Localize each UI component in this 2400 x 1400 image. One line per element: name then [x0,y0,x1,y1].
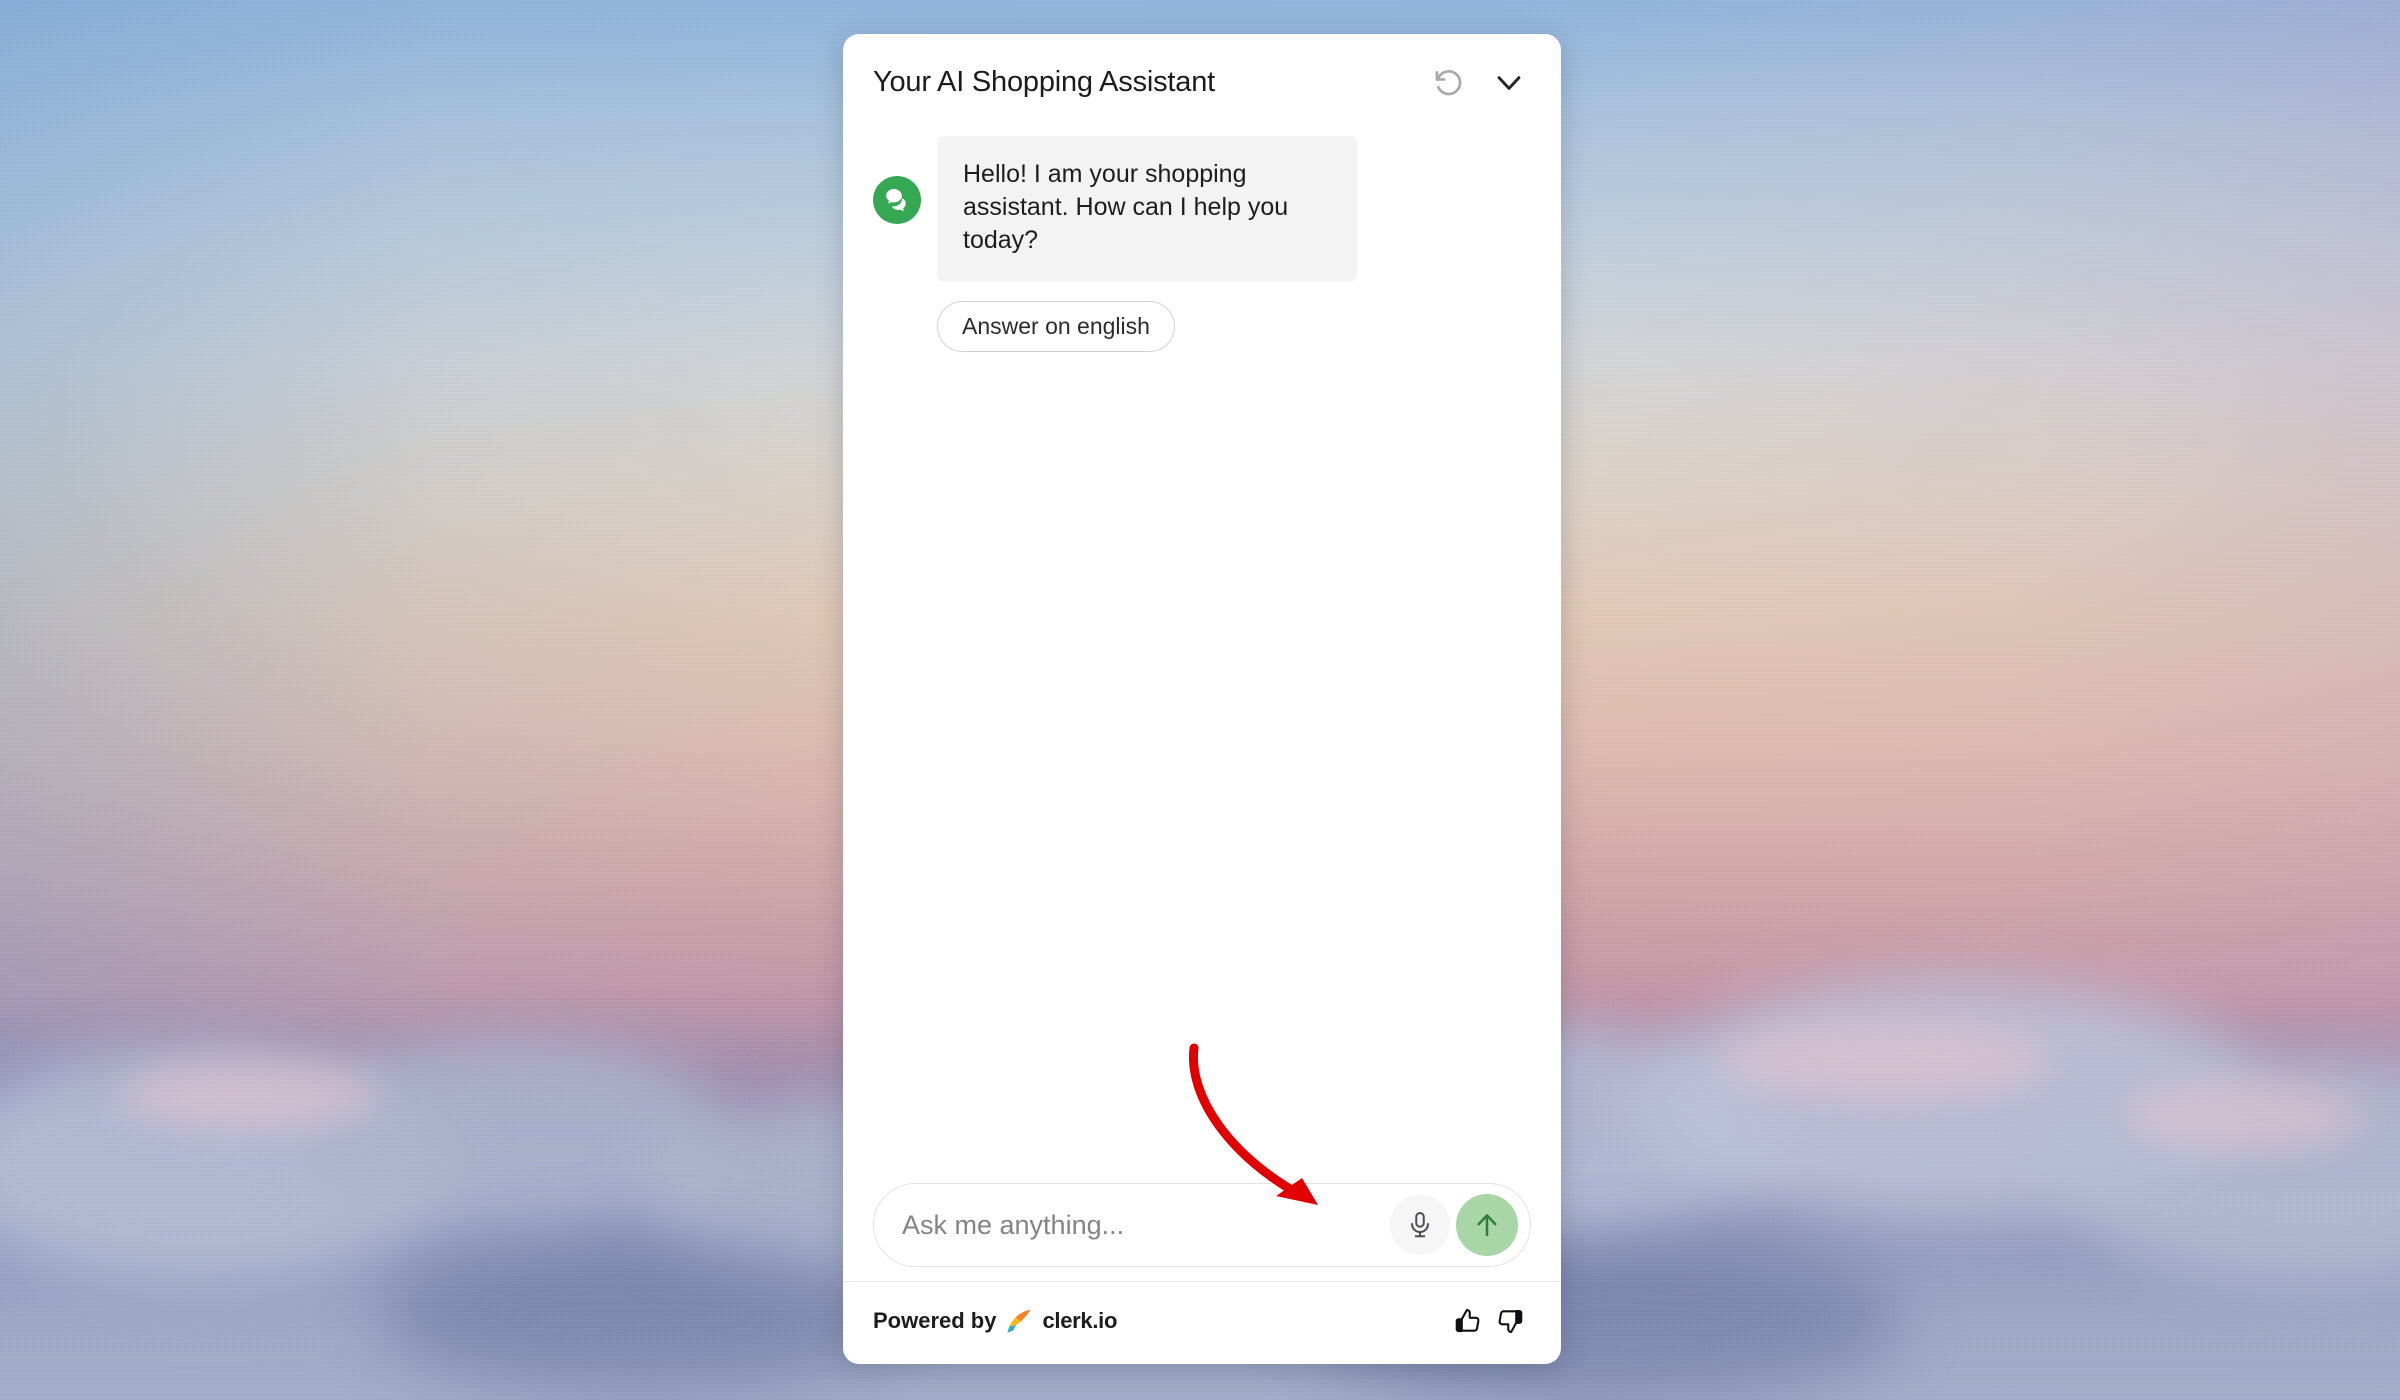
avatar [873,176,921,224]
reset-counterclockwise-arrow-icon [1435,70,1462,96]
powered-by-clerk[interactable]: Powered by clerk.io [873,1308,1117,1334]
thumbs-down-icon [1498,1309,1523,1334]
clerk-rocket-logo [1007,1309,1031,1333]
chat-bubbles-icon [886,189,906,212]
suggestion-chip-list: Answer on english [937,301,1531,352]
thumbs-up-icon [1455,1308,1480,1333]
microphone-icon [1411,1212,1429,1238]
powered-by-label: Powered by [873,1308,997,1333]
clerk-brand-name: clerk.io [1042,1308,1118,1333]
thumbs-up-button[interactable] [1447,1300,1489,1342]
thumbs-down-button[interactable] [1489,1300,1531,1342]
suggestion-chip-answer-on-english[interactable]: Answer on english [937,301,1175,352]
send-message-button[interactable] [1456,1194,1518,1256]
widget-footer: Powered by clerk.io [843,1281,1561,1364]
message-input[interactable] [902,1209,1390,1241]
composer-box [873,1183,1531,1267]
arrow-up-icon [1477,1214,1497,1237]
composer [843,1183,1561,1281]
widget-header: Your AI Shopping Assistant [843,34,1561,122]
message-row: Hello! I am your shopping assistant. How… [873,136,1531,281]
cloud-highlight [2120,1080,2360,1150]
conversation-area: Hello! I am your shopping assistant. How… [843,122,1561,1183]
voice-input-button[interactable] [1390,1195,1450,1255]
chevron-down-icon [1497,76,1521,90]
collapse-widget-button[interactable] [1487,60,1531,104]
reset-conversation-button[interactable] [1427,60,1471,104]
chat-widget: Your AI Shopping Assistant Hello! I am y… [843,34,1561,1364]
page-title: Your AI Shopping Assistant [873,65,1215,98]
cloud-shadow [380,1240,900,1390]
cloud-highlight [1720,1020,2050,1100]
cloud-highlight [120,1060,380,1130]
assistant-message-bubble: Hello! I am your shopping assistant. How… [937,136,1357,281]
